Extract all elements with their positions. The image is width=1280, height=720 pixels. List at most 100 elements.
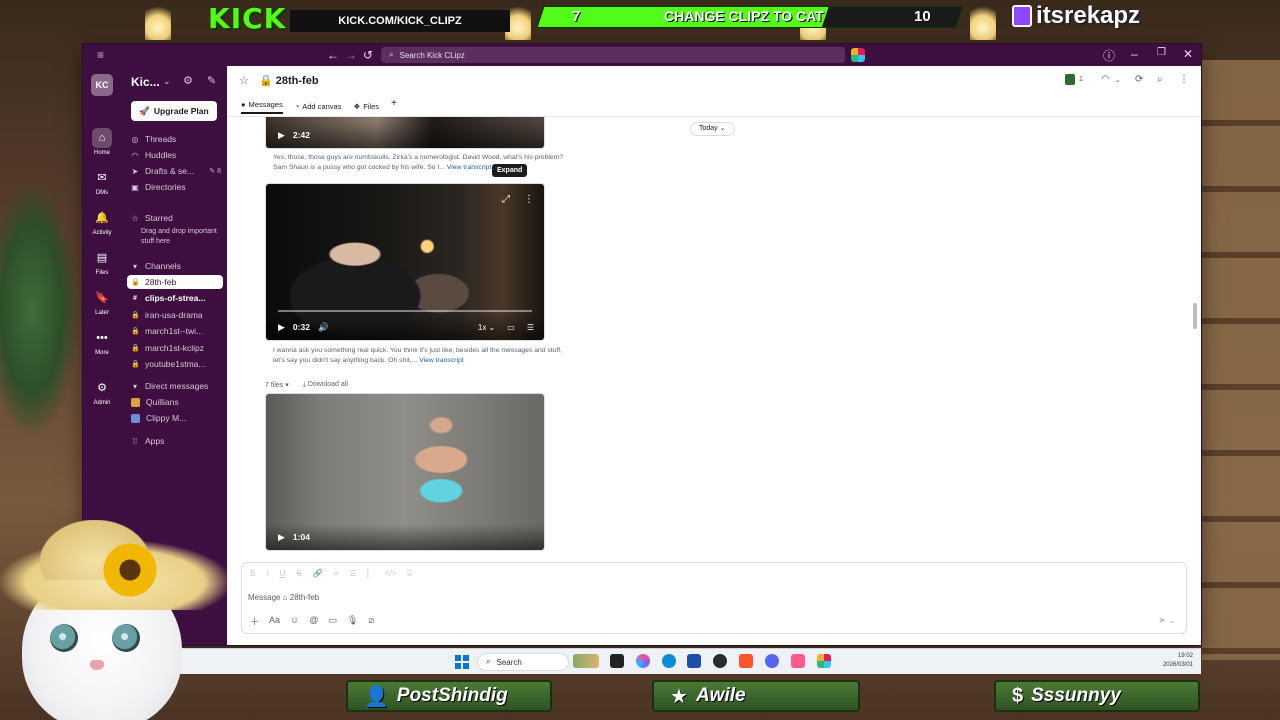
search-input[interactable]: ⌕ Search Kick CLipz: [381, 47, 845, 63]
headphones-icon[interactable]: ◠: [1101, 74, 1110, 85]
windows-start-icon[interactable]: [455, 655, 469, 669]
compose-icon[interactable]: ✎: [207, 74, 216, 87]
close-icon[interactable]: ✕: [1183, 47, 1193, 61]
back-arrow-icon[interactable]: ←: [327, 48, 339, 62]
add-tab-icon[interactable]: +: [391, 98, 397, 114]
sidebar-item-channel[interactable]: 🔒 iran-usa-drama: [127, 308, 223, 322]
files-count[interactable]: 7 files ▾: [265, 381, 289, 389]
download-all-link[interactable]: ⤓ Download all: [303, 381, 348, 389]
chevron-down-icon[interactable]: ⌄: [1115, 76, 1121, 84]
bold-icon[interactable]: B: [250, 569, 255, 579]
widget-icon[interactable]: [573, 654, 599, 668]
chevron-down-icon[interactable]: ⌄: [163, 76, 171, 87]
play-icon[interactable]: ▶: [278, 532, 285, 543]
rail-item-admin[interactable]: ⚙ Admin: [83, 378, 121, 406]
search-icon[interactable]: ⌕: [1157, 74, 1163, 85]
star-icon[interactable]: ☆: [239, 74, 249, 87]
code-block-icon[interactable]: ⌸: [407, 569, 412, 579]
strikethrough-icon[interactable]: S: [296, 569, 301, 579]
send-icon[interactable]: ➤ ⌄: [1158, 615, 1176, 626]
copilot-icon[interactable]: [636, 654, 650, 668]
italic-icon[interactable]: I: [266, 569, 268, 579]
taskbar-search[interactable]: ⌕ Search: [477, 653, 569, 671]
video-attachment[interactable]: ▶ 2:42: [265, 117, 545, 149]
obs-icon[interactable]: [713, 654, 727, 668]
notification-icon[interactable]: ⟳: [1135, 74, 1143, 85]
rail-item-activity[interactable]: 🔔 Activity: [83, 208, 121, 236]
restore-icon[interactable]: ❐: [1157, 47, 1166, 58]
sidebar-item-channel[interactable]: # clips-of-strea...: [127, 291, 223, 305]
more-options-icon[interactable]: ⋮: [524, 194, 534, 205]
gear-icon[interactable]: ⚙: [183, 74, 193, 87]
video-progress-bar[interactable]: [278, 310, 532, 312]
sidebar-item-drafts[interactable]: ➤ Drafts & se... ✎ 8: [127, 164, 223, 178]
app-icon[interactable]: [791, 654, 805, 668]
rail-item-dms[interactable]: ✉ DMs: [83, 168, 121, 196]
volume-icon[interactable]: 🔊: [318, 322, 329, 333]
forward-arrow-icon[interactable]: →: [345, 48, 357, 62]
sidebar-item-channel[interactable]: 🔒 28th-feb: [127, 275, 223, 289]
tab-messages[interactable]: ● Messages: [241, 98, 283, 114]
rail-item-home[interactable]: ⌂ Home: [83, 128, 121, 156]
link-icon[interactable]: 🔗: [313, 569, 323, 579]
message-input[interactable]: Message ⌂ 28th-feb: [248, 593, 319, 602]
code-icon[interactable]: </>: [385, 569, 397, 579]
sidebar-section-channels[interactable]: ▾ Channels: [127, 259, 223, 273]
taskbar-clock[interactable]: 19:02 2026/03/01: [1143, 652, 1193, 670]
view-transcript-link[interactable]: View transcript: [419, 357, 463, 364]
play-icon[interactable]: ▶: [278, 130, 285, 141]
sidebar-item-channel[interactable]: 🔒 march1st-kclipz: [127, 341, 223, 355]
terminal-icon[interactable]: [610, 654, 624, 668]
transcript-icon[interactable]: ☰: [527, 323, 534, 332]
microphone-icon[interactable]: 🎙: [347, 615, 358, 628]
underline-icon[interactable]: U: [280, 569, 286, 579]
blockquote-icon[interactable]: ▏: [368, 569, 374, 579]
sidebar-section-dms[interactable]: ▾ Direct messages: [127, 379, 223, 393]
upgrade-plan-button[interactable]: 🚀 Upgrade Plan: [131, 101, 217, 121]
shortcut-icon[interactable]: ⧄: [368, 615, 374, 628]
rail-item-later[interactable]: 🔖 Later: [83, 288, 121, 316]
ordered-list-icon[interactable]: ≡: [334, 569, 339, 579]
store-icon[interactable]: [687, 654, 701, 668]
workspace-name[interactable]: Kic...: [131, 75, 160, 89]
mention-icon[interactable]: @: [309, 615, 318, 628]
sidebar-item-apps[interactable]: ⁞⁞ Apps: [127, 434, 223, 448]
video-attachment[interactable]: ⤢ ⋮ ▶ 0:32 🔊 1x ⌄ ▭ ☰: [265, 183, 545, 341]
captions-icon[interactable]: ▭: [507, 323, 515, 332]
sidebar-item-huddles[interactable]: ◠ Huddles: [127, 148, 223, 162]
discord-icon[interactable]: [765, 654, 779, 668]
member-count[interactable]: 1: [1079, 76, 1083, 83]
tab-files[interactable]: ❖ Files: [353, 98, 379, 114]
date-divider[interactable]: Today ⌄: [690, 122, 735, 136]
help-icon[interactable]: ⓘ: [1103, 47, 1115, 64]
video-icon[interactable]: ▭: [328, 615, 337, 628]
bullet-list-icon[interactable]: ☰: [349, 569, 356, 579]
sidebar-item-channel[interactable]: 🔒 youtube1stma...: [127, 357, 223, 371]
sidebar-item-threads[interactable]: ◎ Threads: [127, 132, 223, 146]
sidebar-item-dm[interactable]: Quillians: [127, 395, 223, 409]
sidebar-item-directories[interactable]: ▣ Directories: [127, 180, 223, 194]
play-icon[interactable]: ▶: [278, 322, 285, 333]
tab-add-canvas[interactable]: ◔ Add canvas: [295, 98, 342, 114]
minimize-icon[interactable]: –: [1131, 47, 1138, 61]
channel-title[interactable]: 🔒 28th-feb: [259, 74, 319, 87]
brave-icon[interactable]: [739, 654, 753, 668]
expand-icon[interactable]: ⤢: [502, 194, 510, 205]
sidebar-item-dm[interactable]: Clippy M...: [127, 411, 223, 425]
edge-icon[interactable]: [662, 654, 676, 668]
history-icon[interactable]: ↺: [363, 48, 373, 62]
playback-speed[interactable]: 1x ⌄: [478, 323, 495, 332]
rail-item-more[interactable]: ••• More: [83, 328, 121, 356]
view-transcript-link[interactable]: View transcript: [447, 164, 491, 171]
video-attachment[interactable]: ▶ 1:04: [265, 393, 545, 551]
workspace-avatar[interactable]: KC: [91, 74, 113, 96]
sidebar-item-channel[interactable]: 🔒 march1st--twi...: [127, 324, 223, 338]
more-options-icon[interactable]: ⋮: [1179, 74, 1189, 85]
emoji-icon[interactable]: ☺: [290, 615, 299, 628]
plus-icon[interactable]: ＋: [250, 615, 259, 628]
message-scrollbar[interactable]: [1193, 303, 1197, 329]
text-format-icon[interactable]: Aa: [269, 615, 280, 628]
slack-icon[interactable]: [817, 654, 831, 668]
rail-item-files[interactable]: ▤ Files: [83, 248, 121, 276]
hamburger-menu-icon[interactable]: ≡: [97, 48, 104, 62]
